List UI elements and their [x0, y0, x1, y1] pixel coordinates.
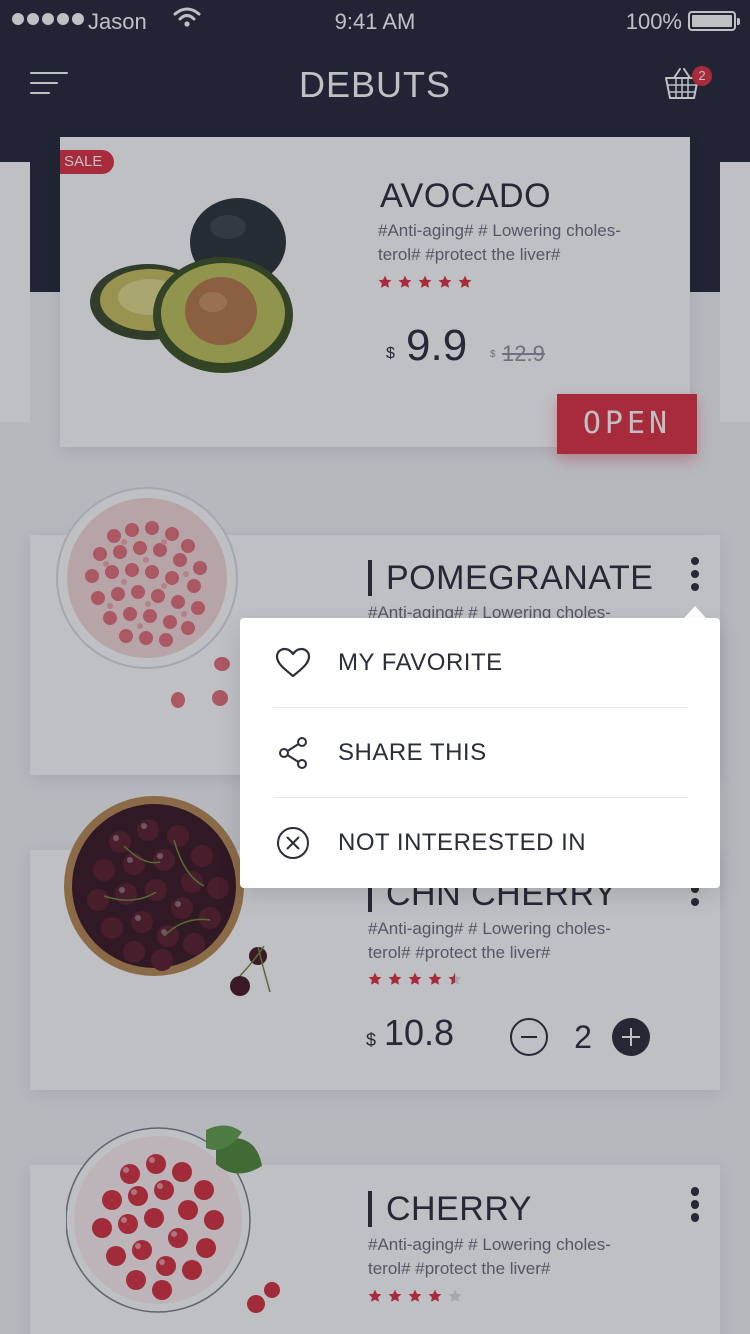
share-icon	[273, 733, 313, 773]
menu-item-label: SHARE THIS	[338, 738, 487, 766]
heart-icon	[273, 643, 313, 683]
menu-item-share[interactable]: SHARE THIS	[273, 708, 688, 797]
menu-item-label: NOT INTERESTED IN	[338, 828, 587, 856]
menu-item-favorite[interactable]: MY FAVORITE	[273, 618, 688, 707]
options-popup-menu: MY FAVORITE SHARE THIS NOT INTERESTED IN	[240, 618, 720, 888]
close-circle-icon	[273, 823, 313, 863]
popup-caret	[684, 606, 706, 618]
menu-item-label: MY FAVORITE	[338, 648, 503, 676]
menu-item-not-interested[interactable]: NOT INTERESTED IN	[273, 798, 688, 887]
